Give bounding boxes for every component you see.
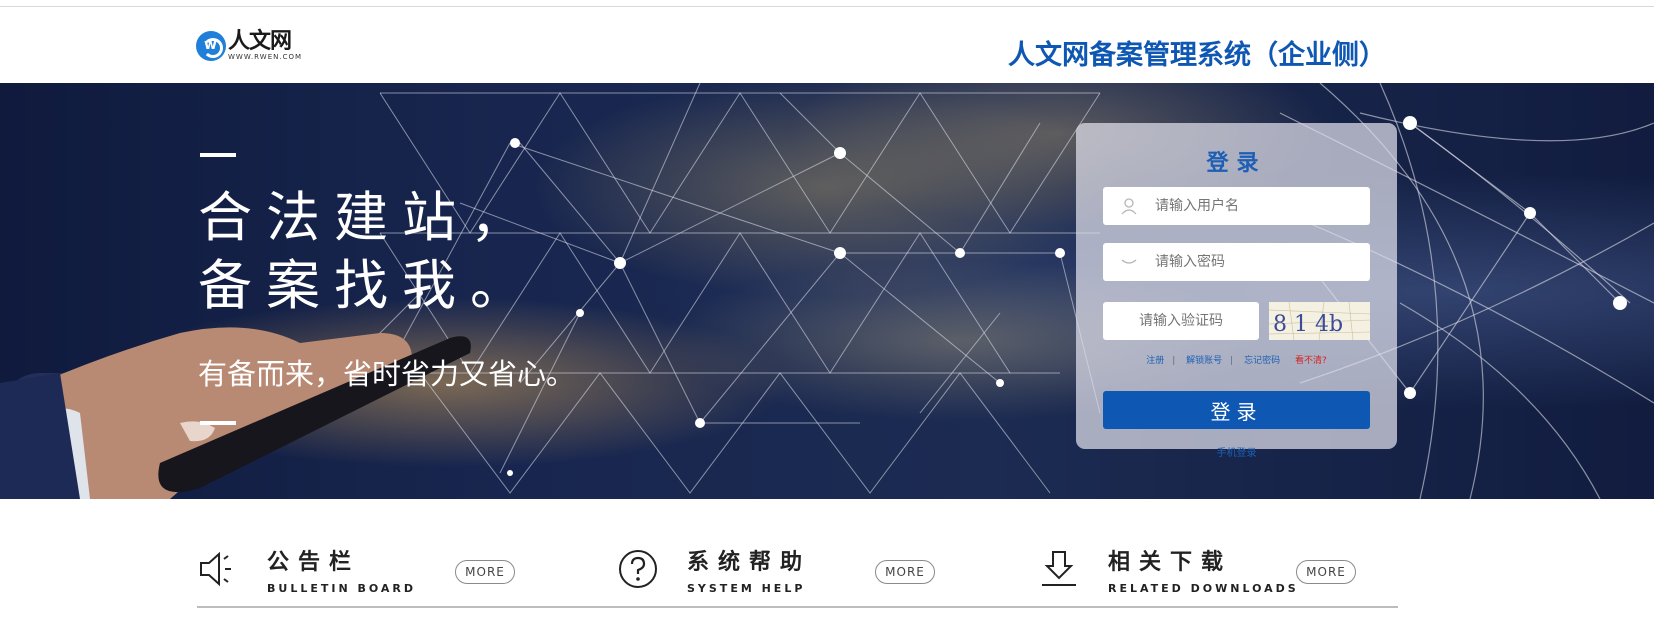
sub-slogan: 有备而来，省时省力又省心。 [198,357,576,391]
forgot-password-link[interactable]: 忘记密码 [1244,356,1280,366]
password-field[interactable] [1103,243,1370,281]
bulletin-more-button[interactable]: MORE [455,560,515,584]
user-icon [1103,187,1155,225]
top-border [0,0,1654,7]
bulletin-board-section: 公告栏 BULLETIN BOARD MORE [197,540,517,600]
logo-url: WWW.RWEN.COM [228,53,303,61]
login-links: 注册 | 解锁账号 | 忘记密码 看不清? [1146,356,1327,366]
login-title: 登录 [1206,151,1267,176]
section-divider [197,606,1398,608]
slogan-line-2: 备案找我。 [198,254,538,317]
site-title: 人文网备案管理系统（企业侧） [1008,40,1386,71]
speaker-icon [197,548,239,590]
system-help-title: 系统帮助 [687,550,812,575]
refresh-captcha-link[interactable]: 看不清? [1295,356,1327,366]
mobile-login-link[interactable]: 手机登录 [1076,444,1397,459]
login-panel: 登录 8 1 4b 注册| 解锁账号| [1076,123,1397,459]
captcha-text: 8 1 4b [1273,312,1343,337]
system-help-subtitle: SYSTEM HELP [687,582,806,595]
system-help-more-button[interactable]: MORE [875,560,935,584]
logo-icon: w [196,31,226,61]
header: w 人文网 WWW.RWEN.COM 人文网备案管理系统（企业侧） [0,7,1654,83]
register-link[interactable]: 注册 [1146,356,1164,366]
slogan-bottom-dash [200,421,236,425]
hero-banner: 合法建站， 备案找我。 有备而来，省时省力又省心。 登录 8 1 4b [0,83,1654,499]
bulletin-title: 公告栏 [267,550,361,575]
download-icon [1038,548,1080,590]
password-input[interactable] [1155,254,1355,270]
related-downloads-section: 相关下载 RELATED DOWNLOADS MORE [1038,540,1358,600]
captcha-input[interactable] [1103,302,1259,340]
captcha-image[interactable]: 8 1 4b [1269,302,1370,340]
logo-name: 人文网 [228,29,292,54]
downloads-more-button[interactable]: MORE [1296,560,1356,584]
downloads-title: 相关下载 [1108,550,1233,575]
username-field[interactable] [1103,187,1370,225]
question-icon [617,548,659,590]
downloads-subtitle: RELATED DOWNLOADS [1108,582,1299,595]
username-input[interactable] [1155,198,1355,214]
bulletin-subtitle: BULLETIN BOARD [267,582,417,595]
unlock-account-link[interactable]: 解锁账号 [1186,356,1222,366]
site-logo[interactable]: w 人文网 WWW.RWEN.COM [196,31,302,61]
slogan-top-dash [200,153,236,157]
system-help-section: 系统帮助 SYSTEM HELP MORE [617,540,937,600]
login-button[interactable]: 登录 [1103,391,1370,429]
eye-closed-icon [1103,243,1155,281]
slogan-line-1: 合法建站， [198,186,538,249]
